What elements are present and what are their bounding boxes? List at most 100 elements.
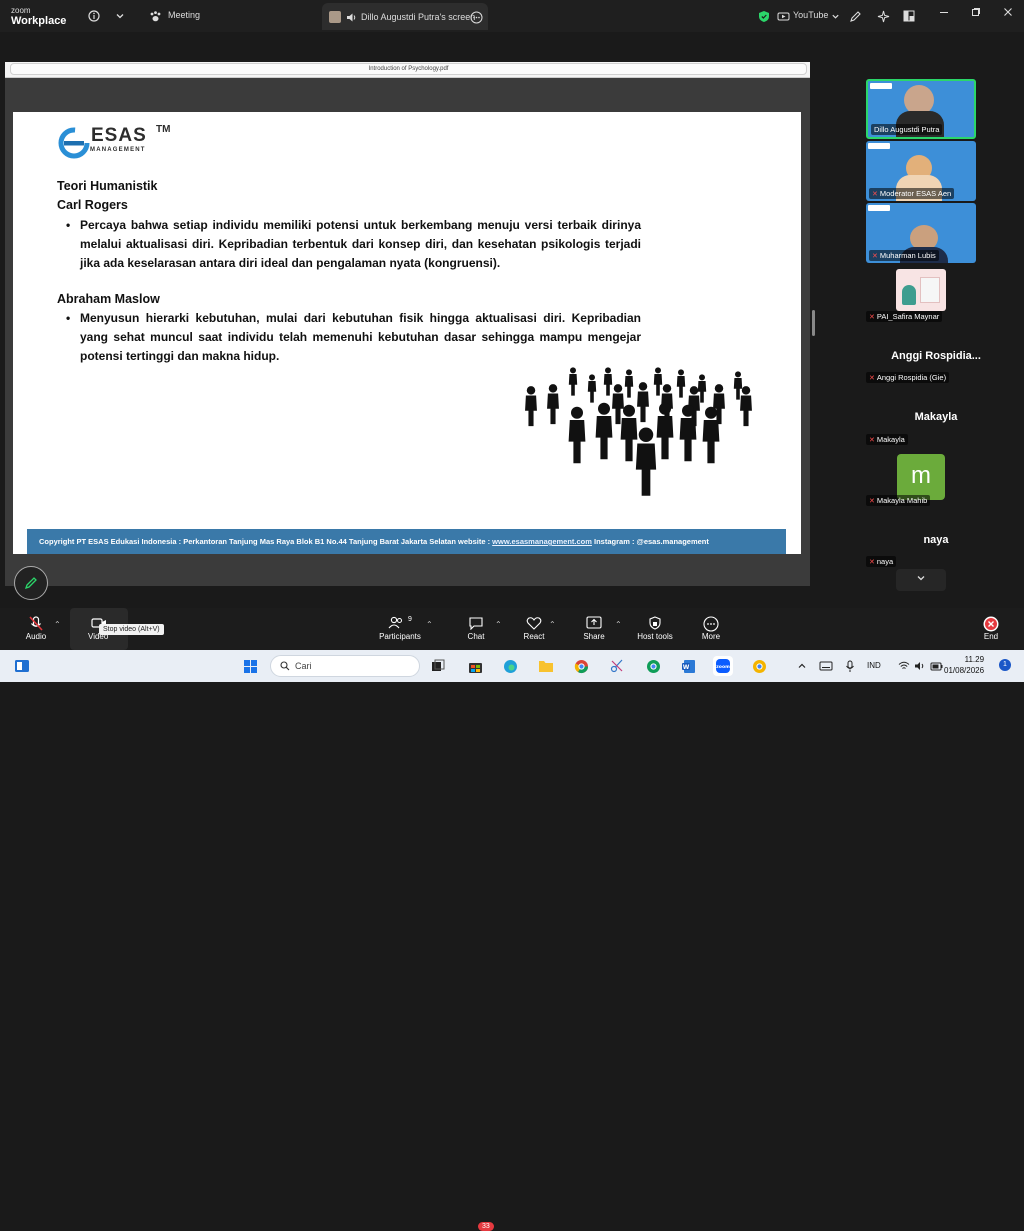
- mic-off-icon: ✕: [872, 191, 878, 198]
- tile-bigname-naya: naya: [923, 534, 949, 546]
- share-label: Share: [583, 632, 605, 641]
- tile-name-anggi: ✕ Anggi Rospidia (Gie): [866, 372, 950, 383]
- end-label: End: [983, 632, 999, 641]
- chevron-down-icon[interactable]: [826, 7, 844, 25]
- title-bar: zoom Workplace Meeting Dillo Augustdi Pu…: [0, 0, 1024, 32]
- chat-unread-badge: 33: [478, 1222, 494, 1231]
- footer-copyright: Copyright PT ESAS Edukasi Indonesia : Pe…: [39, 537, 493, 546]
- video-tooltip: Stop video (Alt+V): [99, 624, 164, 635]
- more-options-icon[interactable]: [467, 8, 485, 26]
- widgets-icon[interactable]: [12, 656, 32, 676]
- gallery-scroll-down-button[interactable]: [896, 569, 946, 591]
- language-indicator[interactable]: IND: [867, 661, 881, 670]
- tile-name-makayla-mahib: ✕ Makayla Mahib: [866, 495, 931, 506]
- chat-options-caret[interactable]: ⌃: [495, 620, 502, 629]
- snipping-tool-icon[interactable]: [607, 656, 627, 676]
- mic-off-icon: ✕: [869, 559, 875, 566]
- participants-button[interactable]: 9 Participants: [376, 608, 424, 650]
- audio-options-caret[interactable]: ⌃: [54, 620, 61, 629]
- youtube-label[interactable]: YouTube: [793, 10, 828, 20]
- mic-off-icon: ✕: [869, 314, 875, 321]
- meeting-label[interactable]: Meeting: [168, 10, 200, 20]
- slide-footer: Copyright PT ESAS Edukasi Indonesia : Pe…: [27, 529, 786, 554]
- edge-icon[interactable]: [500, 656, 520, 676]
- word-icon[interactable]: W: [678, 656, 698, 676]
- info-icon[interactable]: [85, 7, 103, 25]
- footer-website-link[interactable]: www.esasmanagement.com: [492, 537, 592, 546]
- pencil-icon: [24, 577, 37, 590]
- youtube-icon: [774, 7, 792, 25]
- slide-heading-humanistik: Teori Humanistik: [57, 179, 158, 193]
- speaker-icon: [342, 8, 360, 26]
- chat-button[interactable]: Chat: [462, 608, 490, 650]
- chevron-down-icon[interactable]: [111, 7, 129, 25]
- battery-icon[interactable]: [926, 656, 946, 676]
- paw-icon: [146, 7, 164, 25]
- taskbar-search-input[interactable]: Cari: [270, 655, 420, 677]
- annotation-pen-button[interactable]: [14, 566, 48, 600]
- crowd-illustration: [525, 367, 752, 496]
- task-view-icon[interactable]: [428, 656, 448, 676]
- more-button[interactable]: More: [697, 608, 725, 650]
- svg-text:zoom: zoom: [716, 665, 730, 670]
- chrome-secondary-icon[interactable]: [749, 656, 769, 676]
- windows-taskbar: Cari W zoom IND 11.29 01/08/2026 1: [0, 650, 1024, 682]
- participants-options-caret[interactable]: ⌃: [426, 620, 433, 629]
- share-button[interactable]: Share: [580, 608, 608, 650]
- tile-name-muharman: ✕ Muharman Lubis: [869, 250, 939, 261]
- participants-icon: 9: [376, 608, 424, 632]
- video-tile-dillo[interactable]: Dillo Augustdi Putra: [866, 79, 976, 139]
- notification-count-badge[interactable]: 1: [999, 659, 1011, 671]
- slide-bullet-rogers: Percaya bahwa setiap individu memiliki p…: [66, 216, 641, 273]
- video-tile-moderator[interactable]: ✕ Moderator ESAS Aen: [866, 141, 976, 201]
- start-icon[interactable]: [240, 656, 260, 676]
- react-options-caret[interactable]: ⌃: [549, 620, 556, 629]
- video-tile-muharman[interactable]: ✕ Muharman Lubis: [866, 203, 976, 263]
- microphone-icon[interactable]: [840, 656, 860, 676]
- restore-button[interactable]: [966, 7, 986, 25]
- minimize-button[interactable]: [934, 7, 954, 25]
- participants-count: 9: [407, 616, 412, 623]
- layout-icon[interactable]: [900, 7, 918, 25]
- share-options-caret[interactable]: ⌃: [615, 620, 622, 629]
- keyboard-icon[interactable]: [816, 656, 836, 676]
- clock-date: 01/08/2026: [944, 666, 985, 675]
- pdf-title-bar: Introduction of Psychology.pdf: [5, 62, 810, 78]
- store-icon[interactable]: [465, 656, 485, 676]
- chrome-icon[interactable]: [571, 656, 591, 676]
- annotate-icon[interactable]: [846, 7, 864, 25]
- chrome-profile-icon[interactable]: [643, 656, 663, 676]
- gallery-resize-handle[interactable]: [812, 310, 815, 336]
- brand-bottom: Workplace: [11, 15, 67, 27]
- tile-name-naya: ✕ naya: [866, 556, 897, 567]
- slide-heading-rogers: Carl Rogers: [57, 198, 128, 212]
- sparkle-icon[interactable]: [874, 7, 892, 25]
- screen-share-tab[interactable]: Dillo Augustdi Putra's screen: [322, 3, 488, 30]
- close-button[interactable]: [998, 7, 1018, 25]
- shield-icon: [634, 608, 676, 632]
- tile-bigname-makayla: Makayla: [914, 411, 958, 423]
- participant-gallery: Dillo Augustdi Putra ✕ Moderator ESAS Aen…: [848, 32, 1024, 608]
- zoom-app-icon[interactable]: zoom: [713, 656, 733, 676]
- tile-name-safira: ✕ PAI_Safira Maynar: [866, 311, 943, 322]
- chat-label: Chat: [467, 632, 485, 641]
- shield-icon[interactable]: [755, 7, 773, 25]
- taskbar-clock[interactable]: 11.29 01/08/2026: [944, 654, 984, 676]
- profile-picture-safira: [896, 269, 946, 311]
- host-tools-label: Host tools: [637, 632, 673, 641]
- svg-text:W: W: [682, 664, 689, 671]
- share-screen-icon: [580, 608, 608, 632]
- host-tools-button[interactable]: Host tools: [634, 608, 676, 650]
- tile-name-dillo: Dillo Augustdi Putra: [871, 124, 943, 135]
- zoom-logo: zoom Workplace: [11, 6, 67, 27]
- search-icon: [280, 661, 290, 671]
- more-label: More: [701, 632, 721, 641]
- participants-label: Participants: [379, 632, 421, 641]
- slide-heading-maslow: Abraham Maslow: [57, 292, 160, 306]
- react-button[interactable]: React: [520, 608, 548, 650]
- file-explorer-icon[interactable]: [536, 656, 556, 676]
- tray-overflow-icon[interactable]: [792, 656, 812, 676]
- end-meeting-button[interactable]: End: [978, 608, 1004, 650]
- audio-button[interactable]: Audio: [18, 608, 54, 650]
- tile-name-makayla: ✕ Makayla: [866, 434, 908, 445]
